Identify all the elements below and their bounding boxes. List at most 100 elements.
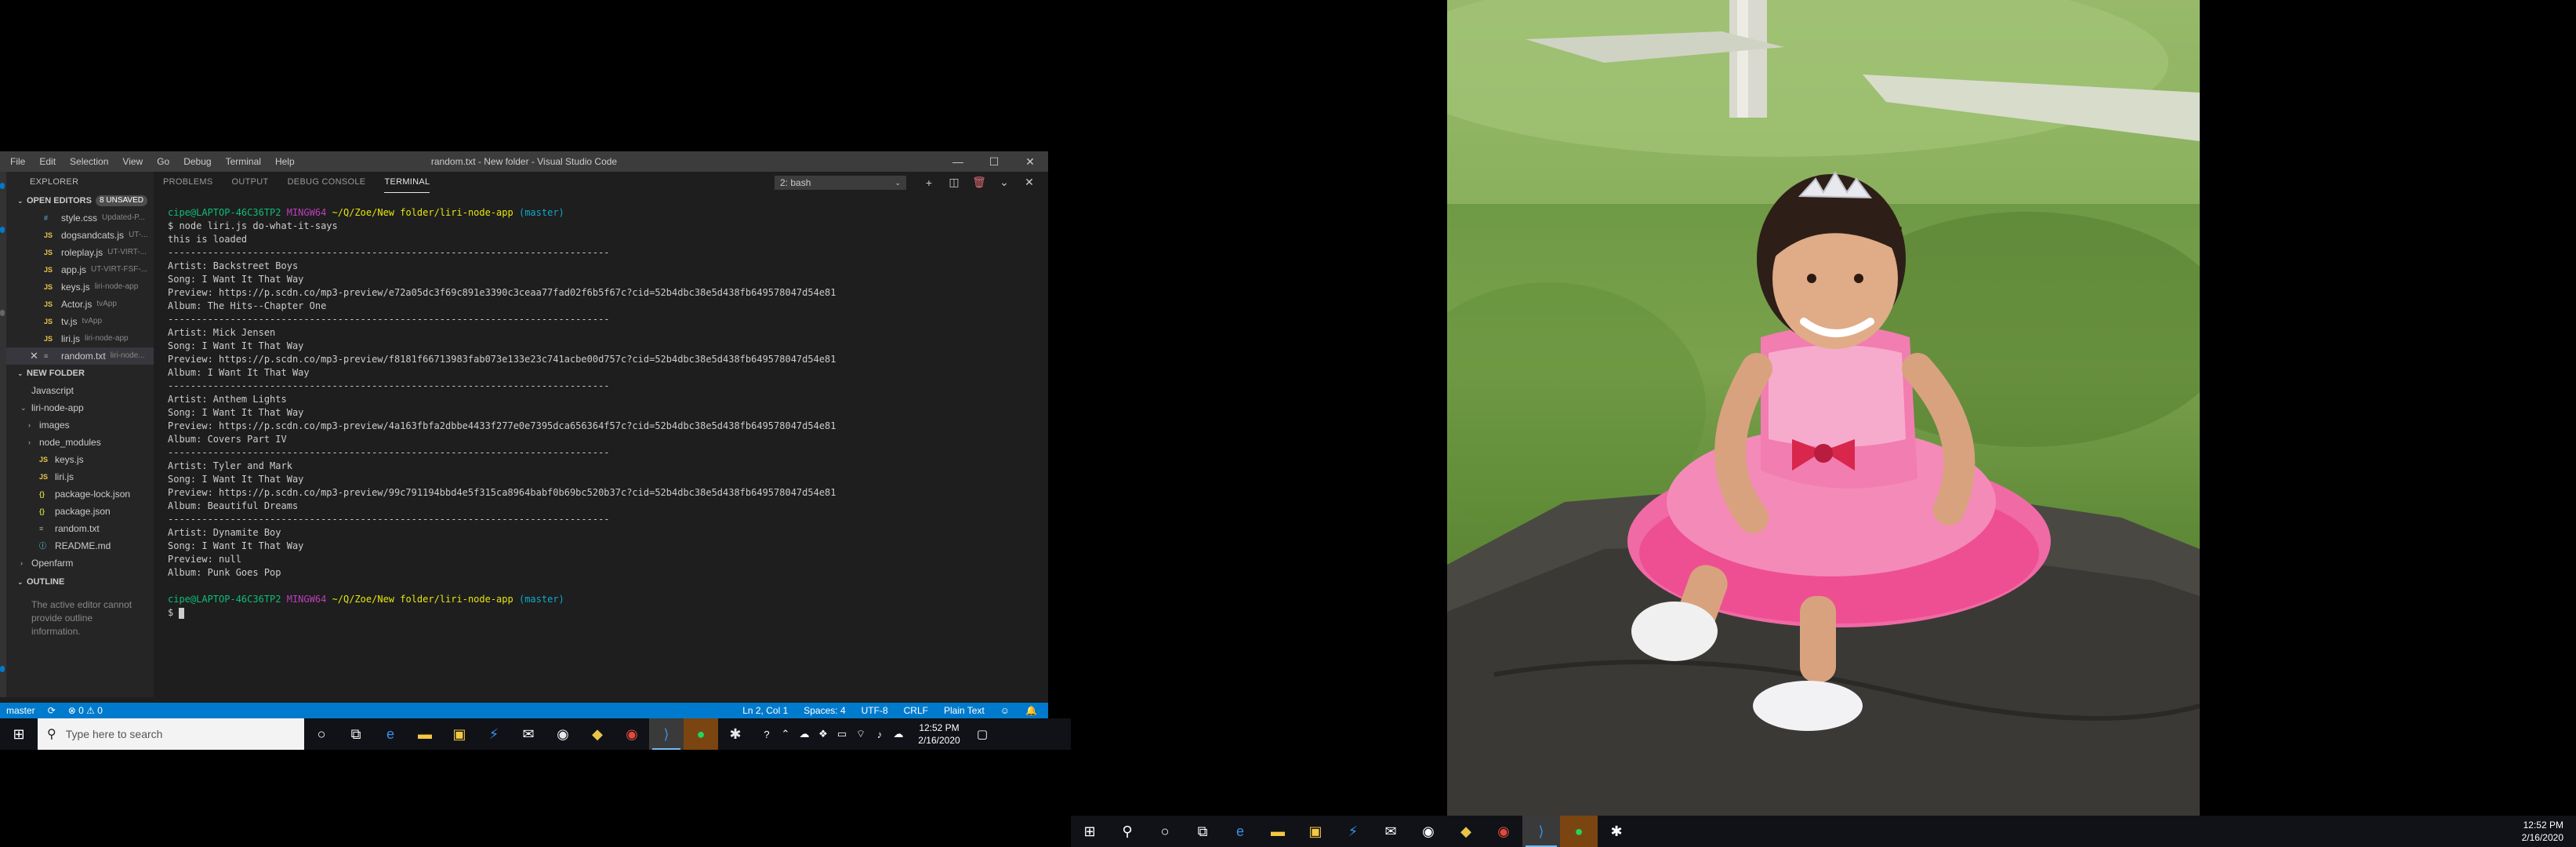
vscode-taskbar-icon[interactable]: ⟩ (649, 718, 684, 750)
windows-start-icon[interactable]: ⊞ (1071, 816, 1108, 847)
mail-icon[interactable]: ✉ (1372, 816, 1410, 847)
file-explorer-icon[interactable]: ▬ (1259, 816, 1297, 847)
help-icon[interactable]: ? (757, 729, 776, 740)
trash-icon[interactable]: 🗑 (967, 176, 992, 189)
open-editor-item[interactable]: JS Actor.js tvApp (6, 296, 154, 313)
menu-edit[interactable]: Edit (32, 151, 63, 172)
language-mode[interactable]: Plain Text (944, 705, 985, 716)
mail-icon[interactable]: ✉ (511, 718, 546, 750)
vscode-blue-icon[interactable]: ⚡ (477, 718, 511, 750)
cloud-icon[interactable]: ☁ (889, 728, 908, 740)
vscode-blue-icon[interactable]: ⚡ (1334, 816, 1372, 847)
menu-go[interactable]: Go (150, 151, 176, 172)
tree-item[interactable]: ⌄ liri-node-app (6, 399, 154, 416)
open-editor-item[interactable]: JS tv.js tvApp (6, 313, 154, 330)
activity-badge-icon[interactable] (0, 183, 5, 189)
open-editor-item[interactable]: # style.css Updated-P... (6, 209, 154, 227)
indentation[interactable]: Spaces: 4 (804, 705, 845, 716)
file-explorer-icon[interactable]: ▬ (408, 718, 442, 750)
tree-item[interactable]: › node_modules (6, 434, 154, 451)
tree-item[interactable]: {} package.json (6, 503, 154, 520)
tree-item[interactable]: › Openfarm (6, 554, 154, 572)
new-terminal-icon[interactable]: + (916, 176, 942, 189)
search-icon[interactable]: ⚲ (1108, 816, 1146, 847)
menu-debug[interactable]: Debug (176, 151, 218, 172)
tree-item[interactable]: Javascript (6, 382, 154, 399)
task-view-icon[interactable]: ⧉ (339, 718, 373, 750)
tree-item[interactable]: ⓘ README.md (6, 537, 154, 554)
edge-icon[interactable]: e (373, 718, 408, 750)
menu-terminal[interactable]: Terminal (219, 151, 268, 172)
spotify-icon[interactable]: ● (1560, 816, 1598, 847)
search-box[interactable]: ⚲ Type here to search (38, 718, 304, 750)
outline-header[interactable]: ⌄ OUTLINE (6, 573, 154, 591)
bell-icon[interactable]: 🔔 (1025, 705, 1037, 716)
onedrive-icon[interactable]: ☁ (795, 728, 814, 740)
menu-file[interactable]: File (3, 151, 32, 172)
dropbox-icon[interactable]: ❖ (814, 728, 833, 740)
close-icon[interactable]: ✕ (30, 347, 38, 365)
chrome-profile-icon[interactable]: ◉ (615, 718, 649, 750)
encoding[interactable]: UTF-8 (862, 705, 888, 716)
chrome-icon[interactable]: ◉ (546, 718, 580, 750)
terminal-output[interactable]: cipe@LAPTOP-46C36TP2 MINGW64 ~/Q/Zoe/New… (168, 206, 1030, 685)
maximize-button[interactable]: ☐ (976, 151, 1012, 172)
open-editor-item[interactable]: JS roleplay.js UT-VIRT-... (6, 244, 154, 261)
extensions-icon[interactable] (0, 310, 5, 316)
close-panel-icon[interactable]: ✕ (1017, 176, 1042, 189)
folder-header[interactable]: ⌄ NEW FOLDER (6, 365, 154, 382)
open-editors-header[interactable]: ⌄ OPEN EDITORS 8 UNSAVED (6, 192, 154, 209)
line-ending[interactable]: CRLF (904, 705, 928, 716)
menu-view[interactable]: View (115, 151, 150, 172)
store-icon[interactable]: ▣ (1297, 816, 1334, 847)
cortana-icon[interactable]: ○ (304, 718, 339, 750)
open-editor-item[interactable]: JS keys.js liri-node-app (6, 278, 154, 296)
task-view-icon[interactable]: ⧉ (1184, 816, 1221, 847)
clock[interactable]: 12:52 PM 2/16/2020 (908, 722, 971, 747)
tab-debug-console[interactable]: DEBUG CONSOLE (288, 172, 366, 193)
chevron-up-icon[interactable]: ⌃ (776, 728, 795, 740)
tree-item[interactable]: › images (6, 416, 154, 434)
tree-item[interactable]: JS liri.js (6, 468, 154, 485)
minimize-button[interactable]: — (940, 151, 976, 172)
cortana-icon[interactable]: ○ (1146, 816, 1184, 847)
settings-icon[interactable] (0, 666, 5, 672)
close-window-button[interactable]: ✕ (1012, 151, 1048, 172)
wifi-icon[interactable]: ⌔ (851, 728, 870, 740)
branch-indicator[interactable]: master (6, 705, 35, 716)
battery-icon[interactable]: ▭ (833, 728, 851, 740)
open-editor-item[interactable]: JS liri.js liri-node-app (6, 330, 154, 347)
clock[interactable]: 12:52 PM 2/16/2020 (2522, 819, 2563, 844)
sync-icon[interactable]: ⟳ (48, 705, 56, 716)
windows-start-icon[interactable]: ⊞ (0, 726, 38, 743)
tab-terminal[interactable]: TERMINAL (384, 172, 430, 193)
feedback-icon[interactable]: ☺ (1000, 705, 1010, 716)
tab-problems[interactable]: PROBLEMS (163, 172, 213, 193)
maximize-panel-icon[interactable]: ⌄ (992, 176, 1017, 189)
tree-item[interactable]: JS keys.js (6, 451, 154, 468)
slack-icon[interactable]: ✱ (718, 718, 753, 750)
chrome-icon[interactable]: ◉ (1410, 816, 1447, 847)
tree-item[interactable]: ≡ random.txt (6, 520, 154, 537)
terminal-select[interactable]: 2: bash ⌄ (775, 176, 906, 190)
edge-icon[interactable]: e (1221, 816, 1259, 847)
activity-badge-icon[interactable] (0, 227, 5, 233)
cursor-position[interactable]: Ln 2, Col 1 (742, 705, 788, 716)
chrome-profile-icon[interactable]: ◉ (1485, 816, 1522, 847)
problems-indicator[interactable]: ⊗ 0 ⚠ 0 (68, 705, 103, 716)
open-editor-item[interactable]: JS dogsandcats.js UT-... (6, 227, 154, 244)
menu-help[interactable]: Help (268, 151, 302, 172)
git-icon[interactable]: ◆ (580, 718, 615, 750)
vscode-taskbar-icon[interactable]: ⟩ (1522, 816, 1560, 847)
open-editor-item[interactable]: ✕ ≡ random.txt liri-node... (6, 347, 154, 365)
tree-item[interactable]: {} package-lock.json (6, 485, 154, 503)
split-terminal-icon[interactable]: ◫ (942, 176, 967, 189)
notification-icon[interactable]: ▢ (971, 727, 994, 741)
volume-icon[interactable]: ♪ (870, 729, 889, 740)
git-icon[interactable]: ◆ (1447, 816, 1485, 847)
store-icon[interactable]: ▣ (442, 718, 477, 750)
open-editor-item[interactable]: JS app.js UT-VIRT-FSF-... (6, 261, 154, 278)
tab-output[interactable]: OUTPUT (232, 172, 269, 193)
slack-icon[interactable]: ✱ (1598, 816, 1635, 847)
menu-selection[interactable]: Selection (63, 151, 115, 172)
